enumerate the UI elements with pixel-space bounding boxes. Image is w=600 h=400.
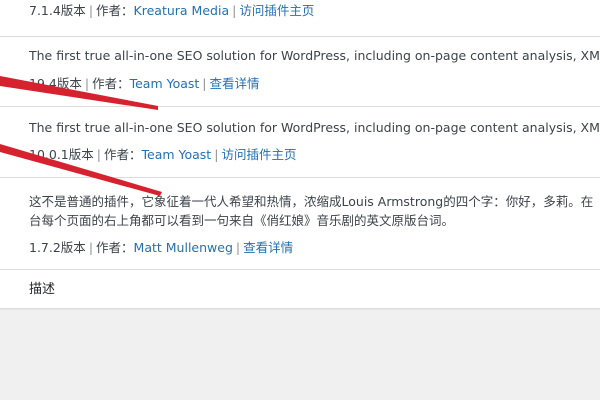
meta-separator: |: [232, 3, 237, 18]
plugin-row-yoast-seo: The first true all-in-one SEO solution f…: [0, 37, 600, 107]
plugin-meta: 7.1.4版本 | 作者：Kreatura Media | 访问插件主页: [29, 2, 314, 20]
author-link[interactable]: Team Yoast: [142, 147, 212, 162]
author-label: 作者：: [92, 76, 130, 91]
meta-separator: |: [96, 147, 101, 162]
plugin-description: The first true all-in-one SEO solution f…: [29, 120, 600, 135]
plugin-description-line: 台每个页面的右上角都可以看到一句来自《俏红娘》音乐剧的英文原版台词。: [29, 213, 455, 228]
meta-separator: |: [214, 147, 219, 162]
author-link[interactable]: Kreatura Media: [134, 3, 230, 18]
plugin-version: 19.4版本: [29, 76, 82, 91]
plugin-meta: 10.0.1版本 | 作者：Team Yoast | 访问插件主页: [29, 146, 296, 164]
meta-separator: |: [88, 240, 94, 255]
visit-plugin-site-link[interactable]: 访问插件主页: [239, 3, 314, 18]
view-details-link[interactable]: 查看详情: [243, 240, 293, 255]
meta-separator: |: [235, 240, 241, 255]
plugin-row-layerslider: 7.1.4版本 | 作者：Kreatura Media | 访问插件主页: [0, 0, 600, 37]
plugin-description: The first true all-in-one SEO solution f…: [29, 48, 600, 63]
plugin-meta: 19.4版本 | 作者：Team Yoast | 查看详情: [29, 75, 260, 93]
view-details-link[interactable]: 查看详情: [210, 76, 260, 91]
plugin-row-yoast-seo-premium: The first true all-in-one SEO solution f…: [0, 107, 600, 178]
plugin-version: 10.0.1版本: [29, 147, 94, 162]
author-label: 作者：: [96, 240, 134, 255]
plugin-row-hello-dolly: 这不是普通的插件，它象征着一代人希望和热情，浓缩成Louis Armstrong…: [0, 178, 600, 270]
plugin-meta: 1.7.2版本 | 作者：Matt Mullenweg | 查看详情: [29, 239, 293, 257]
meta-separator: |: [88, 3, 94, 18]
author-label: 作者：: [96, 3, 134, 18]
description-column-header[interactable]: 描述: [29, 281, 55, 299]
meta-separator: |: [202, 76, 207, 91]
author-link[interactable]: Matt Mullenweg: [134, 240, 233, 255]
author-label: 作者：: [103, 147, 142, 162]
author-link[interactable]: Team Yoast: [130, 76, 200, 91]
visit-plugin-site-link[interactable]: 访问插件主页: [221, 147, 296, 162]
plugin-version: 1.7.2版本: [29, 240, 86, 255]
meta-separator: |: [84, 76, 90, 91]
plugin-description-line: 这不是普通的插件，它象征着一代人希望和热情，浓缩成Louis Armstrong…: [29, 194, 594, 209]
table-footer-row: [0, 270, 600, 308]
plugins-table: 7.1.4版本 | 作者：Kreatura Media | 访问插件主页 The fir…: [0, 0, 600, 309]
plugin-version: 7.1.4版本: [29, 3, 86, 18]
